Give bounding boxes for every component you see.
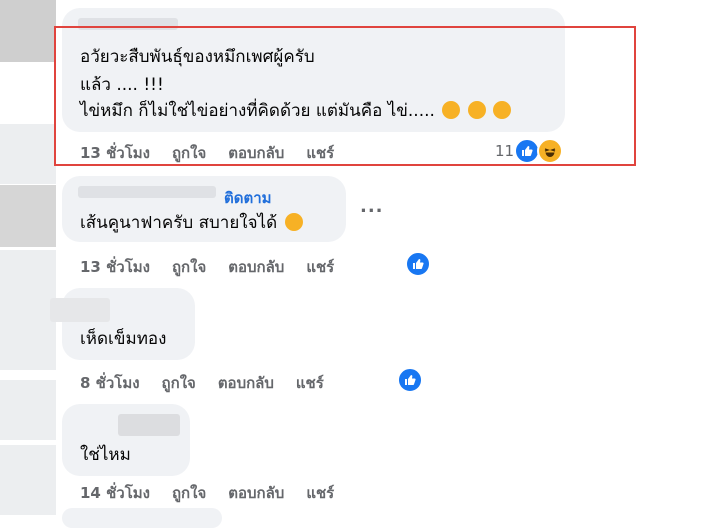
avatar (0, 380, 56, 440)
like-button[interactable]: ถูกใจ (162, 371, 196, 395)
follow-link[interactable]: ติดตาม (224, 186, 272, 210)
reply-button[interactable]: ตอบกลับ (228, 255, 284, 279)
comment-bubble (62, 508, 222, 528)
relieved-emoji-icon (284, 213, 303, 231)
timestamp[interactable]: 13 ชั่วโมง (80, 255, 150, 279)
comment-line: เส้นคูนาฟาครับ สบายใจได้ (80, 210, 303, 236)
comment-line-text: เส้นคูนาฟาครับ สบายใจได้ (80, 213, 278, 233)
highlight-box (54, 26, 636, 166)
comment-actions: 13 ชั่วโมง ถูกใจ ตอบกลับ แชร์ (80, 255, 356, 279)
avatar (0, 250, 56, 370)
commenter-name[interactable] (78, 186, 216, 198)
comment-line: เห็ดเข็มทอง (80, 329, 167, 349)
like-button[interactable]: ถูกใจ (172, 255, 206, 279)
timestamp[interactable]: 14 ชั่วโมง (80, 481, 150, 505)
commenter-name[interactable] (50, 298, 110, 322)
share-button[interactable]: แชร์ (306, 255, 334, 279)
comment-actions: 8 ชั่วโมง ถูกใจ ตอบกลับ แชร์ (80, 371, 346, 395)
share-button[interactable]: แชร์ (306, 481, 334, 505)
avatar (0, 445, 56, 515)
like-icon[interactable] (405, 251, 431, 277)
timestamp[interactable]: 8 ชั่วโมง (80, 371, 140, 395)
reply-button[interactable]: ตอบกลับ (228, 481, 284, 505)
avatar (0, 124, 56, 184)
commenter-name[interactable] (118, 414, 180, 436)
like-button[interactable]: ถูกใจ (172, 481, 206, 505)
share-button[interactable]: แชร์ (296, 371, 324, 395)
reply-button[interactable]: ตอบกลับ (218, 371, 274, 395)
comment-actions: 14 ชั่วโมง ถูกใจ ตอบกลับ แชร์ (80, 481, 356, 505)
avatar[interactable] (0, 0, 56, 62)
avatar[interactable] (0, 185, 56, 247)
comment-line: ใช่ไหม (80, 445, 131, 465)
more-options-button[interactable]: ... (360, 196, 384, 217)
like-icon[interactable] (397, 367, 423, 393)
